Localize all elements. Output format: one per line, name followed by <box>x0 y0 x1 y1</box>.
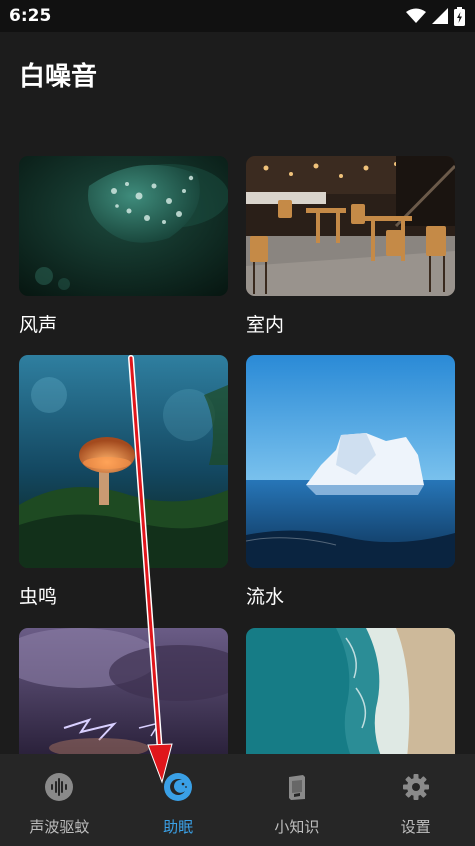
card-image-beach <box>246 628 455 768</box>
sound-card-insects[interactable]: 虫鸣 <box>19 355 228 609</box>
card-label: 室内 <box>246 314 285 336</box>
bottom-nav: 声波驱蚊 助眠 小知识 设置 <box>0 754 475 846</box>
card-image-storm <box>19 628 228 768</box>
card-image-iceberg <box>246 355 455 568</box>
sound-card-water[interactable]: 流水 <box>246 355 455 609</box>
nav-label: 助眠 <box>163 818 194 836</box>
sound-grid: 风声 室内 虫鸣 流水 <box>0 0 475 846</box>
book-icon <box>282 772 312 802</box>
sound-wave-icon <box>44 772 74 802</box>
card-label: 流水 <box>246 586 285 608</box>
card-image-cafe <box>246 156 455 296</box>
sound-card-storm[interactable] <box>19 628 228 768</box>
nav-label: 声波驱蚊 <box>29 818 90 836</box>
sound-card-beach[interactable] <box>246 628 455 768</box>
nav-label: 小知识 <box>274 818 320 836</box>
card-label: 风声 <box>19 314 58 336</box>
gear-icon <box>401 772 431 802</box>
nav-item-sound-wave[interactable]: 声波驱蚊 <box>0 754 119 846</box>
sound-card-indoor[interactable]: 室内 <box>246 156 455 337</box>
nav-item-sleep[interactable]: 助眠 <box>119 754 238 846</box>
nav-item-tips[interactable]: 小知识 <box>238 754 357 846</box>
nav-item-settings[interactable]: 设置 <box>356 754 475 846</box>
card-label: 虫鸣 <box>19 586 58 608</box>
moon-stars-icon <box>163 772 193 802</box>
sound-card-wind[interactable]: 风声 <box>19 156 228 337</box>
card-image-leaf <box>19 156 228 296</box>
card-image-mushroom <box>19 355 228 568</box>
nav-label: 设置 <box>400 818 431 836</box>
